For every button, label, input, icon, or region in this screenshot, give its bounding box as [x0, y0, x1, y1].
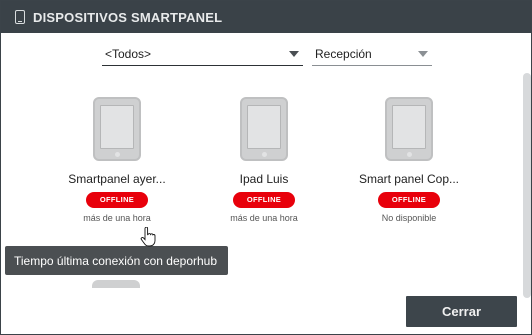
chevron-down-icon[interactable] [418, 51, 428, 57]
vertical-scrollbar[interactable] [523, 73, 531, 298]
group-filter-value: <Todos> [105, 47, 152, 61]
device-name: Smartpanel ayer... [68, 172, 166, 186]
dialog-title: DISPOSITIVOS SMARTPANEL [33, 9, 223, 25]
last-connection: más de una hora [230, 213, 298, 223]
device-card[interactable]: Ipad Luis OFFLINE más de una hora [204, 97, 324, 223]
smartpanel-devices-dialog: DISPOSITIVOS SMARTPANEL <Todos> Recepció… [0, 0, 532, 335]
device-name: Ipad Luis [239, 172, 289, 186]
status-badge: OFFLINE [86, 192, 148, 208]
status-badge: OFFLINE [233, 192, 295, 208]
status-badge: OFFLINE [378, 192, 440, 208]
tablet-icon [92, 280, 140, 288]
group-filter-dropdown[interactable]: <Todos> [102, 43, 303, 66]
tablet-icon [15, 10, 25, 24]
device-card[interactable]: Smart panel Cop... OFFLINE No disponible [349, 97, 469, 223]
device-card[interactable]: Smartpanel ayer... OFFLINE más de una ho… [57, 97, 177, 223]
location-filter-dropdown[interactable]: Recepción [312, 43, 432, 66]
close-button[interactable]: Cerrar [406, 296, 517, 327]
location-filter-value: Recepción [315, 47, 372, 61]
device-name: Smart panel Cop... [358, 172, 460, 186]
last-connection: más de una hora [83, 213, 151, 223]
chevron-down-icon[interactable] [289, 51, 299, 57]
last-connection: No disponible [381, 213, 437, 223]
tablet-icon [385, 97, 433, 161]
hand-cursor-icon [140, 227, 156, 247]
tablet-icon [93, 97, 141, 161]
dialog-titlebar: DISPOSITIVOS SMARTPANEL [1, 1, 531, 33]
last-connection-tooltip: Tiempo última conexión con deporhub [5, 246, 228, 275]
tablet-icon [240, 97, 288, 161]
